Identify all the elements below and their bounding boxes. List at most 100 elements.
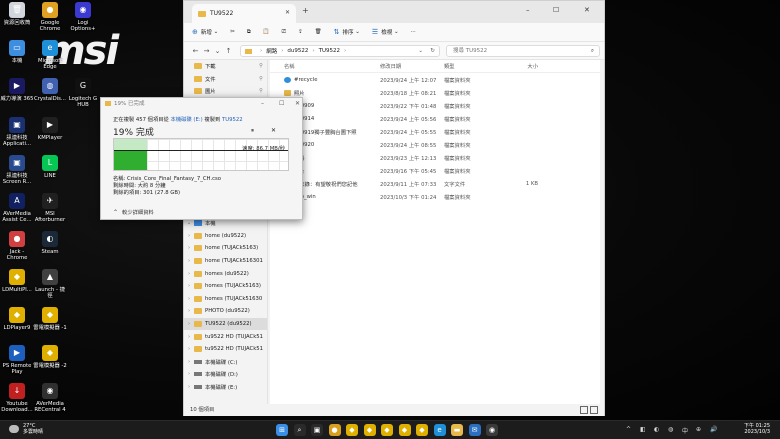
- desktop-icon[interactable]: ◆ 雷電模擬器 -1: [33, 307, 67, 331]
- delete-button[interactable]: 🗑: [315, 29, 322, 35]
- nav-tree-item[interactable]: › TU9522 (du9522): [184, 317, 267, 331]
- taskbar-edge-icon[interactable]: e: [433, 424, 446, 436]
- desktop-icon[interactable]: 🗑 資源回收筒: [0, 2, 34, 26]
- tray-icon[interactable]: ◧: [640, 426, 646, 433]
- breadcrumb-tu9522[interactable]: TU9522: [319, 48, 340, 54]
- nav-tree-item[interactable]: › home (du9522): [184, 230, 267, 243]
- weather-widget[interactable]: 27°C 多雲時晴: [9, 423, 43, 435]
- taskbar-search-icon[interactable]: ⌕: [293, 424, 306, 436]
- details-view-icon[interactable]: [580, 406, 588, 414]
- desktop-icon[interactable]: ▭ 本機: [0, 40, 34, 64]
- nav-tree-item[interactable]: › home (TUJACk516301: [184, 255, 267, 268]
- tray-icon[interactable]: ◍: [668, 426, 673, 433]
- less-details-button[interactable]: ⌃ 較少詳細資料: [113, 208, 154, 217]
- up-icon[interactable]: ↑: [223, 47, 234, 55]
- more-button[interactable]: ···: [411, 29, 416, 35]
- cancel-button[interactable]: ✕: [271, 127, 276, 134]
- nav-tree-item[interactable]: › PHOTO (du9522): [184, 305, 267, 318]
- new-button[interactable]: ⊕ 新增 ⌄: [192, 28, 218, 36]
- dialog-minimize-button[interactable]: –: [261, 98, 264, 110]
- breadcrumb-network[interactable]: 網路: [266, 47, 277, 55]
- chevron-right-icon[interactable]: ›: [184, 334, 194, 340]
- nav-tree-item[interactable]: › home (TUJACk5163): [184, 242, 267, 255]
- breadcrumb[interactable]: › 網路 › du9522 › TU9522 › ⌄ ↻: [240, 45, 440, 57]
- file-row[interactable]: 資料2023/9/23 上午 12:13檔案資料夾: [270, 152, 600, 165]
- sort-button[interactable]: ⇅ 排序 ⌄: [334, 28, 360, 36]
- col-size[interactable]: 大小: [498, 62, 538, 70]
- chevron-right-icon[interactable]: ›: [184, 321, 194, 327]
- taskbar-app-ld1-icon[interactable]: ◆: [346, 424, 358, 436]
- taskbar-start-icon[interactable]: ⊞: [276, 424, 288, 436]
- desktop-icon[interactable]: G Logitech G HUB: [66, 78, 100, 108]
- taskbar-app-ld2-icon[interactable]: ◆: [363, 424, 376, 436]
- paste-button[interactable]: 📋: [263, 29, 270, 35]
- chevron-right-icon[interactable]: ›: [184, 296, 194, 302]
- view-button[interactable]: ☰ 檢視 ⌄: [372, 28, 399, 36]
- dialog-maximize-button[interactable]: ☐: [279, 98, 284, 110]
- copy-progress-dialog[interactable]: 19% 已完成 – ☐ ✕ 正在複製 457 個項目從 本機磁碟 (E:) 複製…: [100, 97, 303, 220]
- col-name[interactable]: 名稱: [270, 62, 380, 70]
- desktop-icon[interactable]: ↓ Youtube Download...: [0, 383, 34, 413]
- chevron-down-icon[interactable]: ⌄: [184, 220, 194, 226]
- file-row[interactable]: 230920 2023/9/24 上午 08:55 檔案資料夾: [270, 138, 600, 151]
- file-row[interactable]: 230914 2023/9/24 上午 05:56 檔案資料夾: [270, 112, 600, 125]
- file-row[interactable]: 照片 2023/8/18 上午 08:21 檔案資料夾: [270, 86, 600, 99]
- taskbar-taskview-icon[interactable]: ▣: [311, 424, 323, 436]
- tray-icon[interactable]: ⊕: [696, 426, 701, 433]
- nav-tree-item[interactable]: › 本機磁碟 (D:): [184, 368, 267, 381]
- desktop-icon[interactable]: ◉ AVerMedia RECentral 4: [33, 383, 67, 413]
- close-button[interactable]: ✕: [584, 6, 590, 14]
- cut-button[interactable]: ✂: [230, 29, 235, 35]
- chevron-right-icon[interactable]: ›: [184, 384, 194, 390]
- desktop-icon[interactable]: ◍ CrystalDis...: [33, 78, 67, 102]
- tray-icon[interactable]: ◐: [654, 426, 659, 433]
- col-date[interactable]: 修改日期: [380, 62, 444, 70]
- taskbar-app-ld3-icon[interactable]: ◆: [381, 424, 393, 436]
- file-row[interactable]: 備忘錄：有望敬祝們您記他 2023/9/11 上午 07:33 文字文件 1 KB: [270, 178, 600, 191]
- taskbar-obs-icon[interactable]: ◉: [486, 424, 498, 436]
- desktop-icon[interactable]: ◐ Steam: [33, 231, 67, 255]
- new-tab-button[interactable]: +: [302, 6, 309, 15]
- desktop-icon[interactable]: ◆ LDPlayer9: [0, 307, 34, 331]
- nav-tree-item[interactable]: › tu9522 HD (TUJACk51: [184, 343, 267, 356]
- taskbar-mail-icon[interactable]: ✉: [468, 424, 481, 436]
- taskbar-app-ld5-icon[interactable]: ◆: [416, 424, 428, 436]
- clock[interactable]: 下午 01:25 2023/10/3: [744, 423, 770, 435]
- desktop-icon[interactable]: ▲ Launch - 捷徑: [33, 269, 67, 299]
- taskbar-explorer-icon[interactable]: ▬: [451, 424, 463, 436]
- nav-tree-item[interactable]: › tu9522 HD (TUJACk51: [184, 330, 267, 343]
- file-row[interactable]: 影片2023/9/16 下午 05:45檔案資料夾: [270, 165, 600, 178]
- dialog-close-button[interactable]: ✕: [295, 98, 300, 110]
- nav-quick-item[interactable]: 下載 ⚲: [184, 60, 267, 73]
- file-row[interactable]: 230909 2023/9/22 下午 01:48 檔案資料夾: [270, 99, 600, 112]
- desktop-icon[interactable]: ▣ 訊連科技 Applicati...: [0, 117, 34, 147]
- forward-icon[interactable]: →: [201, 47, 212, 55]
- tray-icon[interactable]: 🔊: [710, 426, 717, 433]
- breadcrumb-du9522[interactable]: du9522: [287, 48, 308, 54]
- search-input[interactable]: 搜尋 TU9522 ⌕: [446, 45, 600, 57]
- nav-quick-item[interactable]: 圖片 ⚲: [184, 85, 267, 98]
- recent-icon[interactable]: ⌄: [212, 47, 223, 55]
- source-link[interactable]: 本機磁碟 (E:): [171, 117, 203, 123]
- desktop-icon[interactable]: L LINE: [33, 155, 67, 179]
- maximize-button[interactable]: ☐: [553, 6, 559, 14]
- nav-tree-item[interactable]: › homes (TUJACk5163): [184, 280, 267, 293]
- nav-tree-item[interactable]: › homes (TUJACk51630: [184, 293, 267, 306]
- share-button[interactable]: ⇪: [298, 29, 303, 35]
- desktop-icon[interactable]: ▶ PS Remote Play: [0, 345, 34, 375]
- chevron-right-icon[interactable]: ›: [184, 346, 194, 352]
- file-row[interactable]: #recycle 2023/9/24 上午 12:07 檔案資料夾: [270, 73, 600, 86]
- chevron-right-icon[interactable]: ›: [184, 271, 194, 277]
- close-tab-icon[interactable]: ✕: [285, 9, 290, 16]
- back-icon[interactable]: ←: [190, 47, 201, 55]
- desktop-icon[interactable]: ▶ 威力導演 365: [0, 78, 34, 102]
- minimize-button[interactable]: –: [526, 6, 530, 14]
- desktop-icon[interactable]: ● Google Chrome: [33, 2, 67, 32]
- desktop-icon[interactable]: A AVerMedia Assist Ce...: [0, 193, 34, 223]
- desktop-icon[interactable]: ◆ 雷電模擬器 -2: [33, 345, 67, 369]
- desktop-icon[interactable]: ◉ Logi Options+: [66, 2, 100, 32]
- copy-button[interactable]: ⧉: [247, 29, 251, 36]
- desktop-icon[interactable]: ✈ MSI Afterburner: [33, 193, 67, 223]
- taskbar-chrome-icon[interactable]: ●: [328, 424, 341, 436]
- desktop-icon[interactable]: ◆ LDMultiPl...: [0, 269, 34, 293]
